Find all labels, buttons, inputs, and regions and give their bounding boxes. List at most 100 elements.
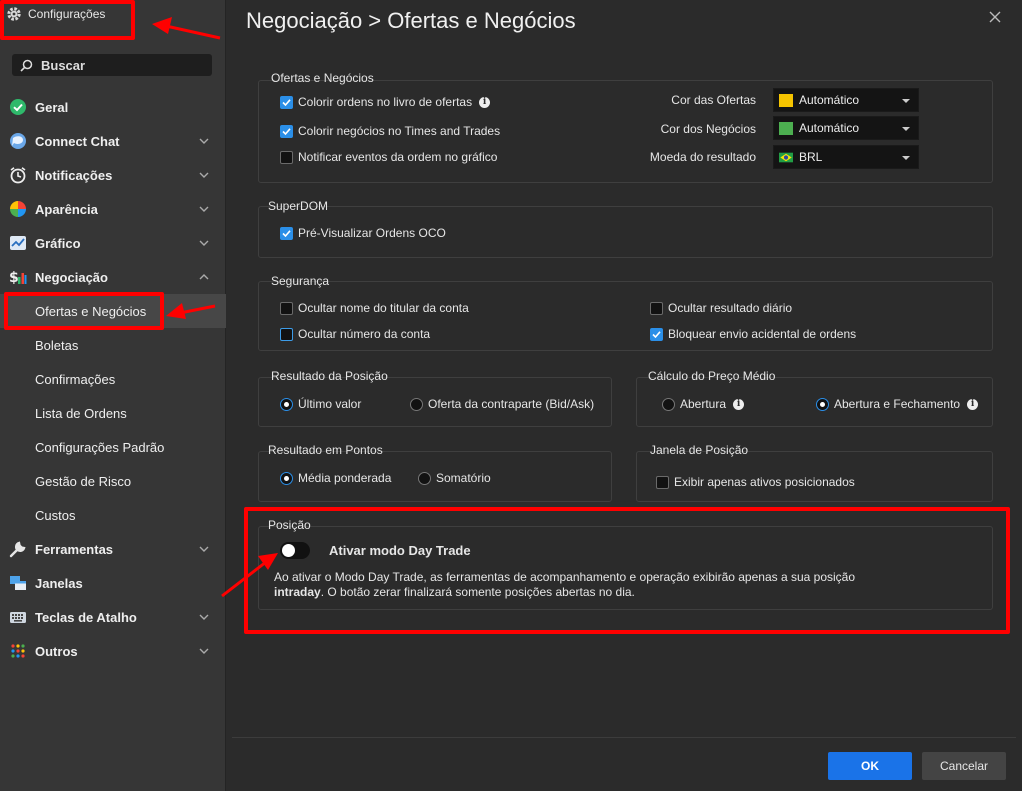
sidebar-item-label: Notificações <box>35 167 113 183</box>
sidebar-item-grafico[interactable]: Gráfico <box>0 226 226 260</box>
cor-ofertas-select[interactable]: Automático <box>773 88 919 112</box>
checkbox-pre-visualizar-oco[interactable]: Pré-Visualizar Ordens OCO <box>280 226 446 240</box>
cor-ofertas-label: Cor das Ofertas <box>671 93 756 107</box>
group-label: Segurança <box>271 274 330 288</box>
sidebar-subitem-gestao-risco[interactable]: Gestão de Risco <box>0 464 226 498</box>
chevron-down-icon <box>199 138 209 144</box>
radio-label: Oferta da contraparte (Bid/Ask) <box>428 397 595 411</box>
alarm-icon <box>9 166 27 184</box>
color-swatch-yellow <box>779 93 793 107</box>
info-icon[interactable]: i <box>733 398 745 410</box>
checkbox-label: Notificar eventos da ordem no gráfico <box>298 150 498 164</box>
checkbox-box[interactable] <box>280 301 293 315</box>
checkbox-label: Exibir apenas ativos posicionados <box>674 475 855 489</box>
footer-divider <box>232 737 1016 738</box>
description-text: Ao ativar o Modo Day Trade, as ferrament… <box>274 570 856 584</box>
sidebar-subitem-ofertas-negocios[interactable]: Ofertas e Negócios <box>0 294 226 328</box>
close-icon[interactable] <box>988 10 1002 24</box>
group-label: Posição <box>268 518 311 532</box>
cancel-button[interactable]: Cancelar <box>922 752 1006 780</box>
sidebar-item-negociacao[interactable]: $ Negociação <box>0 260 226 294</box>
caret-down-icon <box>902 99 910 103</box>
radio-somatorio[interactable]: Somatório <box>418 471 491 485</box>
sidebar-subitem-boletas[interactable]: Boletas <box>0 328 226 362</box>
checkbox-label: Colorir negócios no Times and Trades <box>298 124 501 138</box>
sidebar-item-label: Geral <box>35 99 69 115</box>
select-value: Automático <box>799 93 860 107</box>
cor-negocios-select[interactable]: Automático <box>773 116 919 140</box>
wrench-icon <box>9 540 27 558</box>
search-label: Buscar <box>41 57 86 73</box>
checkbox-box[interactable] <box>280 95 293 109</box>
sidebar-item-janelas[interactable]: Janelas <box>0 566 226 600</box>
sidebar-subitem-custos[interactable]: Custos <box>0 498 226 532</box>
checkbox-label: Ocultar nome do titular da conta <box>298 301 469 315</box>
ok-button[interactable]: OK <box>828 752 912 780</box>
checkbox-box[interactable] <box>656 475 669 489</box>
radio-button[interactable] <box>410 397 423 411</box>
checkbox-ocultar-resultado[interactable]: Ocultar resultado diário <box>650 301 792 315</box>
sidebar-item-label: Aparência <box>35 201 98 217</box>
sidebar-subitem-confirmacoes[interactable]: Confirmações <box>0 362 226 396</box>
radio-button[interactable] <box>662 397 675 411</box>
checkbox-label: Pré-Visualizar Ordens OCO <box>298 226 446 240</box>
radio-ultimo-valor[interactable]: Último valor <box>280 397 361 411</box>
settings-title[interactable]: Configurações <box>6 6 105 22</box>
sidebar-item-ferramentas[interactable]: Ferramentas <box>0 532 226 566</box>
settings-title-label: Configurações <box>28 7 106 21</box>
chevron-down-icon <box>199 648 209 654</box>
group-label: Resultado da Posição <box>271 369 388 383</box>
checkbox-label: Ocultar resultado diário <box>668 301 793 315</box>
checkbox-label: Ocultar número da conta <box>298 327 431 341</box>
sidebar-subitem-lista-ordens[interactable]: Lista de Ordens <box>0 396 226 430</box>
checkbox-exibir-ativos[interactable]: Exibir apenas ativos posicionados <box>656 475 855 489</box>
checkbox-colorir-ordens[interactable]: Colorir ordens no livro de ofertas i <box>280 95 491 109</box>
select-value: BRL <box>799 150 823 164</box>
sidebar: Configurações Buscar Geral Connect Chat <box>0 0 226 791</box>
checkbox-box[interactable] <box>280 124 293 138</box>
moeda-select[interactable]: BRL <box>773 145 919 169</box>
sidebar-item-outros[interactable]: Outros <box>0 634 226 668</box>
sidebar-item-teclas-atalho[interactable]: Teclas de Atalho <box>0 600 226 634</box>
keyboard-icon <box>9 608 27 626</box>
dollar-chart-icon: $ <box>9 268 27 286</box>
chevron-down-icon <box>199 172 209 178</box>
radio-button[interactable] <box>280 397 293 411</box>
sidebar-item-aparencia[interactable]: Aparência <box>0 192 226 226</box>
radio-label: Último valor <box>298 397 362 411</box>
chart-icon <box>9 234 27 252</box>
checkbox-colorir-negocios[interactable]: Colorir negócios no Times and Trades <box>280 124 500 138</box>
checkbox-box[interactable] <box>650 327 663 341</box>
sidebar-subitem-config-padrao[interactable]: Configurações Padrão <box>0 430 226 464</box>
checkbox-box[interactable] <box>280 327 293 341</box>
checkbox-ocultar-numero[interactable]: Ocultar número da conta <box>280 327 430 341</box>
info-icon[interactable]: i <box>967 398 979 410</box>
checkbox-ocultar-nome[interactable]: Ocultar nome do titular da conta <box>280 301 469 315</box>
radio-abertura-fechamento[interactable]: Abertura e Fechamento i <box>816 397 979 411</box>
windows-icon <box>9 574 27 592</box>
radio-button[interactable] <box>418 471 431 485</box>
sidebar-item-geral[interactable]: Geral <box>0 90 226 124</box>
radio-abertura[interactable]: Abertura i <box>662 397 745 411</box>
checkbox-box[interactable] <box>650 301 663 315</box>
radio-button[interactable] <box>816 397 829 411</box>
sidebar-item-connect-chat[interactable]: Connect Chat <box>0 124 226 158</box>
chat-icon <box>9 132 27 150</box>
sidebar-item-label: Gráfico <box>35 235 81 251</box>
checkbox-notificar-eventos[interactable]: Notificar eventos da ordem no gráfico <box>280 150 497 164</box>
checkbox-bloquear-envio[interactable]: Bloquear envio acidental de ordens <box>650 327 856 341</box>
radio-media-ponderada[interactable]: Média ponderada <box>280 471 391 485</box>
sidebar-item-notificacoes[interactable]: Notificações <box>0 158 226 192</box>
chevron-up-icon <box>199 274 209 280</box>
search-input[interactable]: Buscar <box>12 54 212 76</box>
sidebar-item-label: Negociação <box>35 269 108 285</box>
radio-button[interactable] <box>280 471 293 485</box>
info-icon[interactable]: i <box>479 96 491 108</box>
checkbox-box[interactable] <box>280 226 293 240</box>
radio-oferta-contraparte[interactable]: Oferta da contraparte (Bid/Ask) <box>410 397 594 411</box>
sidebar-item-label: Outros <box>35 643 78 659</box>
checkbox-box[interactable] <box>280 150 293 164</box>
day-trade-toggle[interactable] <box>280 542 310 559</box>
palette-icon <box>9 200 27 218</box>
radio-label: Somatório <box>436 471 491 485</box>
